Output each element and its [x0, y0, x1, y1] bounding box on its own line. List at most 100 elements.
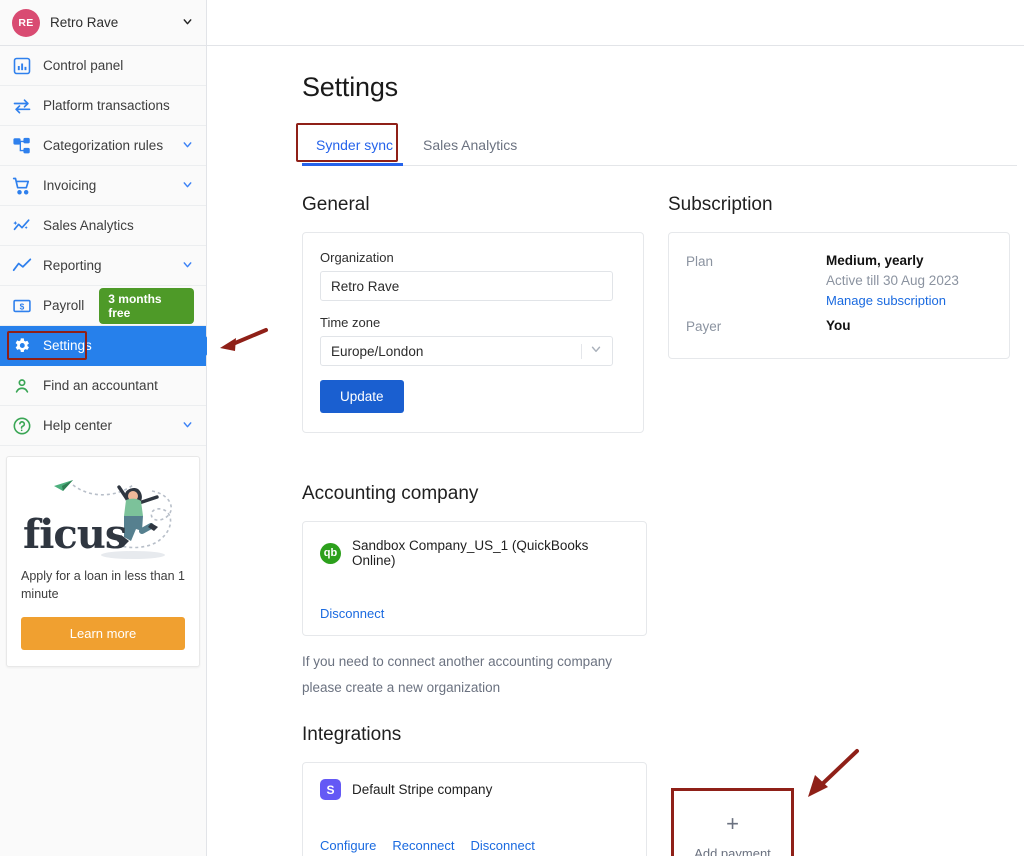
stripe-integration-card: S Default Stripe company Configure Recon… — [302, 762, 647, 856]
timezone-select-wrapper — [320, 336, 613, 366]
payer-value: You — [826, 318, 851, 333]
quickbooks-icon: qb — [320, 542, 341, 564]
subscription-section: Subscription Plan Medium, yearly Active … — [668, 194, 1010, 433]
sidebar-item-label: Help center — [43, 418, 113, 433]
sidebar-item-label: Settings — [43, 338, 92, 353]
sidebar-item-label: Reporting — [43, 258, 102, 273]
page-title: Settings — [302, 72, 398, 102]
tab-bar: Synder sync Sales Analytics — [296, 123, 1017, 166]
sidebar-item-invoicing[interactable]: Invoicing — [0, 166, 206, 206]
svg-text:$: $ — [20, 301, 25, 311]
status-badge: 3 months free — [99, 287, 194, 324]
disconnect-link[interactable]: Disconnect — [471, 838, 535, 853]
learn-more-button[interactable]: Learn more — [21, 617, 185, 651]
promo-card[interactable]: ficus Apply for a loan in less than 1 mi… — [6, 456, 200, 668]
accounting-card-actions: Disconnect — [320, 606, 629, 621]
organization-input[interactable] — [320, 271, 613, 301]
payer-label: Payer — [686, 319, 722, 334]
accounting-company-row: qb Sandbox Company_US_1 (QuickBooks Onli… — [320, 538, 629, 568]
accounting-company-name: Sandbox Company_US_1 (QuickBooks Online) — [352, 538, 589, 568]
line-chart-icon — [12, 256, 32, 276]
accounting-section: Accounting company qb Sandbox Company_US… — [302, 483, 1010, 700]
sidebar-item-find-an-accountant[interactable]: Find an accountant — [0, 366, 206, 406]
configure-link[interactable]: Configure — [320, 838, 376, 853]
integrations-section: Integrations S Default Stripe company Co… — [302, 724, 1010, 856]
person-icon — [12, 376, 32, 396]
gear-icon — [12, 336, 32, 356]
plus-icon: + — [726, 810, 739, 836]
settings-columns: General Organization Time zone Update — [302, 194, 1010, 433]
sidebar-item-help-center[interactable]: Help center — [0, 406, 206, 446]
plan-active-till: Active till 30 Aug 2023 — [826, 273, 959, 288]
money-icon: $ — [12, 296, 32, 316]
general-card: Organization Time zone Update — [302, 232, 644, 433]
sidebar-item-label: Sales Analytics — [43, 218, 134, 233]
question-icon — [12, 416, 32, 436]
add-payment-platform-label: Add payment platform — [694, 845, 771, 856]
chevron-down-icon[interactable] — [181, 138, 194, 154]
top-bar — [207, 0, 1024, 46]
general-section: General Organization Time zone Update — [302, 194, 644, 433]
promo-logo: ficus — [23, 511, 127, 558]
stripe-company-name: Default Stripe company — [352, 782, 493, 798]
update-button[interactable]: Update — [320, 380, 404, 413]
tab-sales-analytics[interactable]: Sales Analytics — [409, 129, 533, 165]
stripe-icon: S — [320, 779, 341, 801]
accounting-hint: If you need to connect another accountin… — [302, 654, 612, 695]
main-content: Settings Synder sync Sales Analytics Gen… — [207, 46, 1024, 856]
sidebar-item-reporting[interactable]: Reporting — [0, 246, 206, 286]
manage-subscription-link[interactable]: Manage subscription — [826, 293, 946, 308]
chevron-down-icon[interactable] — [181, 15, 194, 30]
plan-label: Plan — [686, 254, 714, 269]
chevron-down-icon[interactable] — [181, 418, 194, 434]
sidebar-item-label: Categorization rules — [43, 138, 164, 153]
general-heading: General — [302, 194, 370, 215]
sidebar-item-sales-analytics[interactable]: Sales Analytics — [0, 206, 206, 246]
plan-details: Medium, yearly Active till 30 Aug 2023 M… — [826, 253, 959, 310]
sidebar-item-label: Control panel — [43, 58, 124, 73]
plan-value: Medium, yearly — [826, 253, 924, 268]
plan-row: Plan Medium, yearly Active till 30 Aug 2… — [686, 253, 992, 310]
sidebar-nav: Control panel Platform transactions Cate… — [0, 46, 214, 446]
accounting-card: qb Sandbox Company_US_1 (QuickBooks Onli… — [302, 521, 647, 636]
sidebar-item-label: Platform transactions — [43, 98, 170, 113]
sparkline-icon — [12, 216, 32, 236]
timezone-label: Time zone — [320, 315, 381, 330]
cart-icon — [12, 176, 32, 196]
sidebar-item-label: Invoicing — [43, 178, 97, 193]
transfer-icon — [12, 96, 32, 116]
sidebar: RE Retro Rave Control panel Platform tra… — [0, 0, 214, 856]
promo-text: Apply for a loan in less than 1 minute — [21, 569, 185, 602]
sidebar-item-payroll[interactable]: $ Payroll 3 months free — [0, 286, 206, 326]
timezone-select[interactable] — [320, 336, 613, 366]
accounting-heading: Accounting company — [302, 483, 479, 504]
sidebar-item-label: Payroll — [43, 298, 85, 313]
reconnect-link[interactable]: Reconnect — [392, 838, 454, 853]
sidebar-item-settings[interactable]: Settings — [0, 326, 214, 366]
sidebar-item-categorization-rules[interactable]: Categorization rules — [0, 126, 206, 166]
chevron-down-icon[interactable] — [181, 178, 194, 194]
org-switcher[interactable]: RE Retro Rave — [0, 0, 206, 46]
integrations-heading: Integrations — [302, 724, 402, 746]
chart-panel-icon — [12, 56, 32, 76]
org-name: Retro Rave — [50, 15, 119, 30]
integrations-row: S Default Stripe company Configure Recon… — [302, 762, 1010, 856]
sidebar-item-label: Find an accountant — [43, 378, 158, 393]
stripe-company-row: S Default Stripe company — [320, 779, 629, 801]
sidebar-item-platform-transactions[interactable]: Platform transactions — [0, 86, 206, 126]
payer-row: Payer You — [686, 318, 992, 334]
tab-label: Sales Analytics — [423, 137, 518, 153]
stripe-card-actions: Configure Reconnect Disconnect — [320, 838, 629, 853]
sidebar-item-control-panel[interactable]: Control panel — [0, 46, 206, 86]
add-payment-platform-button[interactable]: + Add payment platform — [671, 788, 794, 856]
organization-label: Organization — [320, 250, 394, 265]
sitemap-icon — [12, 136, 32, 156]
app-root: RE Retro Rave Control panel Platform tra… — [0, 0, 1024, 856]
chevron-down-icon[interactable] — [181, 258, 194, 274]
tab-synder-sync[interactable]: Synder sync — [296, 123, 409, 166]
accounting-disconnect-link[interactable]: Disconnect — [320, 606, 384, 621]
promo-illustration: ficus — [21, 469, 185, 561]
subscription-card: Plan Medium, yearly Active till 30 Aug 2… — [668, 232, 1010, 359]
tab-label: Synder sync — [316, 137, 394, 153]
avatar: RE — [12, 8, 40, 37]
